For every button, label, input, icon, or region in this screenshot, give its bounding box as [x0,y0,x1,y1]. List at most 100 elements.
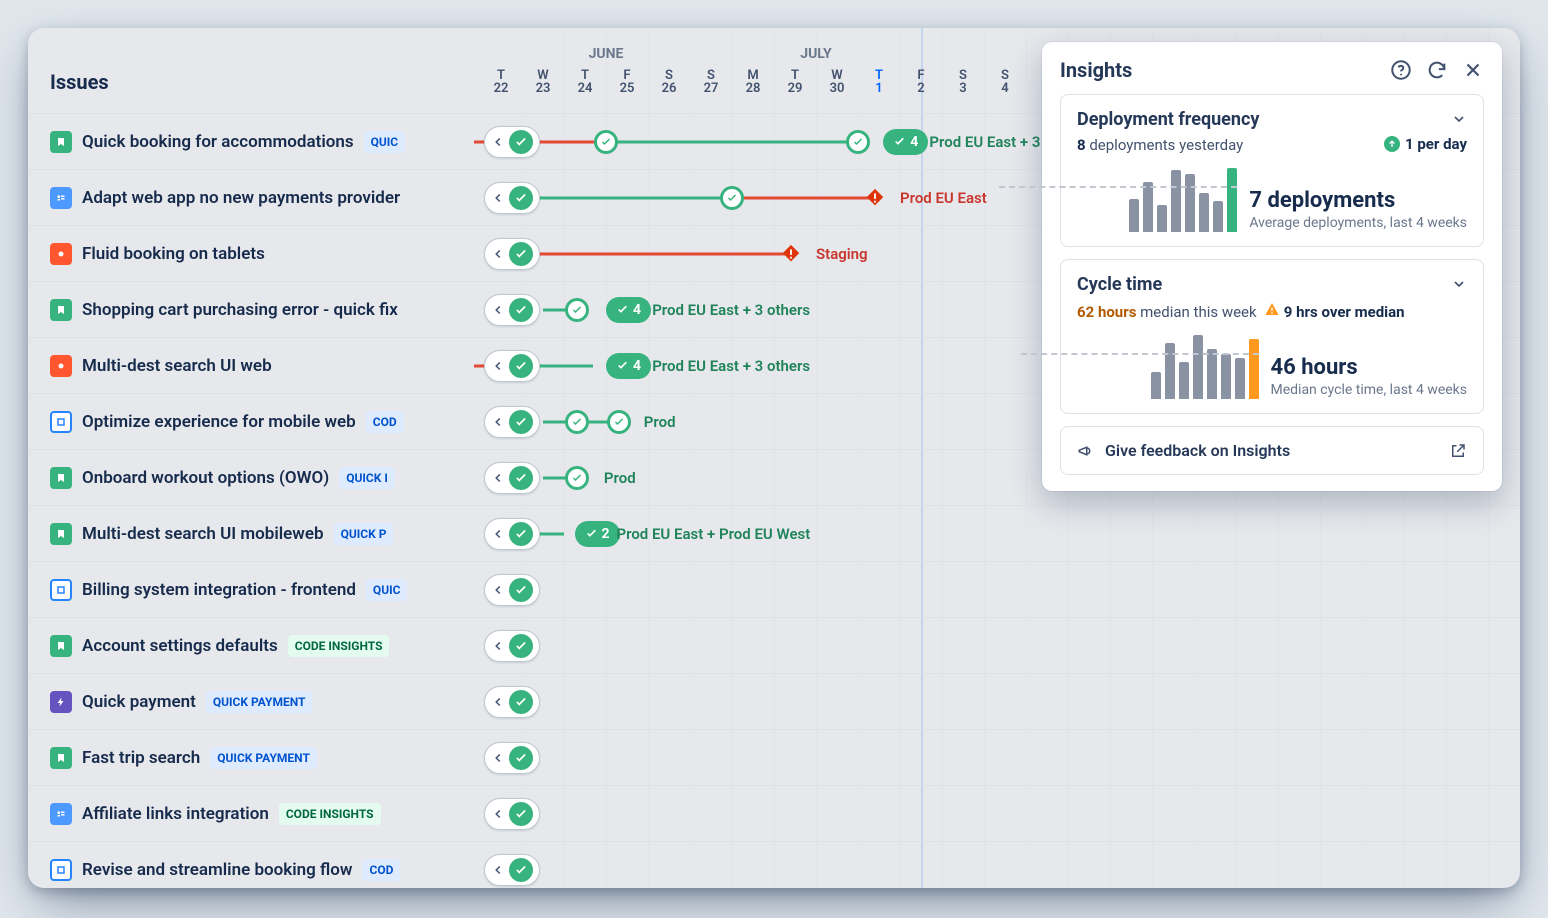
issue-title: Affiliate links integration [82,804,269,824]
issue-type-icon [50,355,72,377]
card-subtitle: 62 hours median this week 9 hrs over med… [1077,301,1467,321]
environment-label: Prod EU East [900,189,987,207]
deployment-node[interactable] [565,298,589,322]
issue-row[interactable]: Multi-dest search UI mobilewebQUICK P2Pr… [28,506,1520,562]
bar [1249,339,1259,399]
issue-tag: COD [366,411,404,433]
chevron-left-icon [491,471,505,485]
issue-timeline [480,674,1520,729]
deployment-count-pill[interactable]: 4 [606,297,651,323]
bar [1193,335,1203,399]
bar [1171,170,1181,232]
commit-chip[interactable] [484,574,540,606]
chevron-left-icon [491,359,505,373]
card-title: Deployment frequency [1077,109,1467,130]
issue-row[interactable]: Quick paymentQUICK PAYMENT [28,674,1520,730]
environment-label: Prod [604,469,636,487]
cycle-caption: Median cycle time, last 4 weeks [1271,382,1468,400]
issue-row[interactable]: Fast trip search QUICK PAYMENT [28,730,1520,786]
deploy-caption: Average deployments, last 4 weeks [1249,215,1467,233]
chevron-down-icon [1451,276,1467,292]
issue-type-icon [50,467,72,489]
check-icon [509,746,533,770]
issue-tag: CODE INSIGHTS [279,803,381,825]
cycle-time-card[interactable]: Cycle time 62 hours median this week 9 h… [1060,259,1484,414]
chevron-left-icon [491,751,505,765]
deployment-frequency-card[interactable]: Deployment frequency 8 deployments yeste… [1060,94,1484,247]
close-icon[interactable] [1462,59,1484,81]
issue-type-icon [50,859,72,881]
environment-label: Prod [644,413,676,431]
check-icon [509,802,533,826]
deployment-count-pill[interactable]: 2 [575,521,620,547]
check-icon [509,186,533,210]
check-icon [509,410,533,434]
check-icon [509,130,533,154]
warning-icon [1264,301,1280,317]
issue-title: Multi-dest search UI web [82,356,272,376]
check-icon [509,634,533,658]
timeline-segment [606,140,858,143]
refresh-icon[interactable] [1426,59,1448,81]
deployment-node[interactable] [594,130,618,154]
day-header: S3 [942,68,984,96]
month-label: JULY [732,46,900,62]
help-icon[interactable] [1390,59,1412,81]
commit-chip[interactable] [484,294,540,326]
chevron-left-icon [491,583,505,597]
issue-row[interactable]: Account settings defaultsCODE INSIGHTS [28,618,1520,674]
issue-row[interactable]: Revise and streamline booking flowCOD [28,842,1520,888]
commit-chip[interactable] [484,462,540,494]
bar [1207,349,1217,399]
environment-label: Prod EU East + Prod EU West [617,525,811,543]
issue-title: Fast trip search [82,748,200,768]
day-header: S26 [648,68,690,96]
commit-chip[interactable] [484,126,540,158]
insights-panel: Insights Deployment frequency 8 deployme… [1042,42,1502,491]
deployment-node[interactable] [565,410,589,434]
feedback-row[interactable]: Give feedback on Insights [1060,426,1484,475]
deployments-timeline-panel: Issues JUNEJULY T22W23T24F25S26S27M28T29… [28,28,1520,888]
issue-type-icon [50,691,72,713]
commit-chip[interactable] [484,238,540,270]
deployment-node[interactable] [720,186,744,210]
issue-tag: QUICK PAYMENT [210,747,317,769]
check-icon [509,690,533,714]
issue-type-icon [50,131,72,153]
issue-title: Revise and streamline booking flow [82,860,352,880]
chevron-left-icon [491,135,505,149]
issue-row[interactable]: Billing system integration - frontendQUI… [28,562,1520,618]
chevron-left-icon [491,527,505,541]
commit-chip[interactable] [484,406,540,438]
commit-chip[interactable] [484,798,540,830]
issue-type-icon [50,411,72,433]
timeline-segment [732,196,875,199]
deployment-count-pill[interactable]: 4 [883,129,928,155]
alert-icon[interactable] [780,243,802,265]
bar [1165,343,1175,399]
issue-timeline [480,618,1520,673]
day-header: W30 [816,68,858,96]
environment-label: Prod EU East + 3 o [929,133,1052,151]
commit-chip[interactable] [484,350,540,382]
deployment-node[interactable] [565,466,589,490]
issue-type-icon [50,243,72,265]
commit-chip[interactable] [484,854,540,886]
issue-title: Shopping cart purchasing error - quick f… [82,300,398,320]
alert-icon[interactable] [864,187,886,209]
insights-title: Insights [1060,58,1132,82]
commit-chip[interactable] [484,630,540,662]
check-icon [509,466,533,490]
commit-chip[interactable] [484,518,540,550]
deployment-node[interactable] [607,410,631,434]
day-header: T24 [564,68,606,96]
deployment-node[interactable] [846,130,870,154]
issue-title: Adapt web app no new payments provider [82,188,400,208]
issue-timeline: 2Prod EU East + Prod EU West [480,506,1520,561]
commit-chip[interactable] [484,182,540,214]
issue-tag: QUICK I [339,467,395,489]
issue-row[interactable]: Affiliate links integration CODE INSIGHTS [28,786,1520,842]
commit-chip[interactable] [484,686,540,718]
deployment-count-pill[interactable]: 4 [606,353,651,379]
commit-chip[interactable] [484,742,540,774]
